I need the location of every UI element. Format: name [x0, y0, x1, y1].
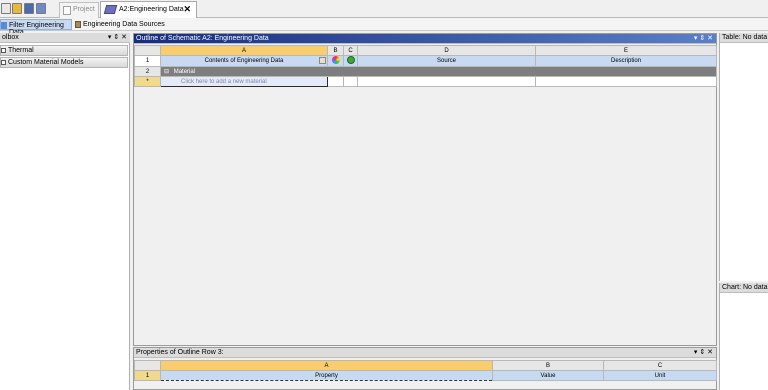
- outline-header: Outline of Schematic A2: Engineering Dat…: [134, 34, 716, 44]
- toolbox-item-custom-material-models[interactable]: Custom Material Models: [0, 57, 128, 68]
- material-section-cell[interactable]: ⊟ Material: [160, 66, 717, 77]
- material-section-row: 2 ⊟ Material: [134, 66, 717, 77]
- save-icon[interactable]: [24, 3, 34, 14]
- project-icon: [63, 6, 71, 15]
- property-header[interactable]: Property: [160, 370, 493, 381]
- table-panel-title: Table: No data: [722, 34, 768, 41]
- add-row-cell-c[interactable]: [343, 76, 358, 87]
- row-number[interactable]: 2: [134, 66, 161, 77]
- toolbox-item-label: Thermal: [8, 47, 34, 54]
- tab-engineering-data-label: A2:Engineering Data: [119, 6, 184, 13]
- chart-panel-title: Chart: No data: [722, 284, 768, 291]
- chart-panel-header: Chart: No data: [720, 283, 768, 293]
- add-row-cell-b[interactable]: [327, 76, 344, 87]
- toolbox-item-label: Custom Material Models: [8, 59, 84, 66]
- toolbox-panel: olbox ▾ ⇕ ✕ Thermal Custom Material Mode…: [0, 33, 130, 390]
- outline-window-controls[interactable]: ▾ ⇕ ✕: [694, 34, 713, 42]
- column-header-c[interactable]: C: [343, 45, 358, 56]
- toolbox-item-thermal[interactable]: Thermal: [0, 45, 128, 56]
- column-letter-row: A B C D E: [134, 45, 717, 56]
- column-header-b[interactable]: B: [327, 45, 344, 56]
- sources-icon: [75, 21, 81, 28]
- filter-engineering-data-button[interactable]: Filter Engineering Data: [0, 19, 72, 36]
- properties-header: Properties of Outline Row 3: ▾ ⇕ ✕: [134, 348, 716, 358]
- tab-engineering-data[interactable]: A2:Engineering Data ✕: [100, 1, 197, 18]
- color-wheel-icon: [331, 56, 340, 64]
- toolbox-header: olbox ▾ ⇕ ✕: [0, 33, 130, 43]
- column-header-d[interactable]: D: [357, 45, 536, 56]
- properties-panel: Properties of Outline Row 3: ▾ ⇕ ✕ A B C…: [133, 347, 717, 390]
- close-tab-icon[interactable]: ✕: [183, 4, 191, 15]
- engineering-data-toolbar: Filter Engineering Data Engineering Data…: [0, 18, 768, 36]
- new-file-icon[interactable]: [1, 3, 11, 14]
- sort-icon[interactable]: [319, 57, 326, 64]
- open-folder-icon[interactable]: [12, 3, 22, 14]
- row-number[interactable]: 1: [134, 55, 161, 67]
- column-header-e[interactable]: E: [535, 45, 717, 56]
- filter-icon: [1, 22, 7, 29]
- properties-table: A B C 1 Property Value Unit: [134, 360, 717, 381]
- row-number[interactable]: 1: [134, 370, 161, 381]
- corner-cell[interactable]: [134, 45, 161, 56]
- table-panel: Table: No data: [719, 33, 768, 281]
- column-header-b[interactable]: B: [492, 360, 604, 371]
- collapse-icon[interactable]: ⊟: [162, 69, 173, 75]
- properties-window-controls[interactable]: ▾ ⇕ ✕: [694, 348, 713, 356]
- column-header-c[interactable]: C: [603, 360, 717, 371]
- source-header[interactable]: Source: [357, 55, 536, 67]
- properties-title: Properties of Outline Row 3:: [136, 349, 224, 356]
- contents-header[interactable]: Contents of Engineering Data: [160, 55, 328, 67]
- description-header[interactable]: Description: [535, 55, 717, 67]
- sources-label: Engineering Data Sources: [83, 21, 165, 28]
- row-number[interactable]: *: [134, 76, 161, 87]
- tab-project-label: Project: [73, 6, 95, 13]
- outline-title: Outline of Schematic A2: Engineering Dat…: [136, 35, 269, 42]
- outline-panel: Outline of Schematic A2: Engineering Dat…: [133, 33, 717, 346]
- add-row-cell-d[interactable]: [357, 76, 536, 87]
- table-panel-header: Table: No data: [720, 33, 768, 43]
- top-tab-bar: Project A2:Engineering Data ✕: [0, 0, 768, 18]
- icon-header-b: [327, 55, 344, 67]
- expand-icon[interactable]: [1, 60, 6, 65]
- engineering-data-icon: [103, 5, 118, 14]
- unit-header[interactable]: Unit: [603, 370, 717, 381]
- material-section-label: Material: [173, 69, 196, 75]
- tab-project[interactable]: Project: [59, 2, 99, 18]
- add-row-cell-e[interactable]: [535, 76, 717, 87]
- column-header-a[interactable]: A: [160, 45, 328, 56]
- corner-cell[interactable]: [134, 360, 161, 371]
- contents-header-label: Contents of Engineering Data: [204, 58, 284, 64]
- column-header-a[interactable]: A: [160, 360, 493, 371]
- value-header[interactable]: Value: [492, 370, 604, 381]
- add-material-input[interactable]: Click here to add a new material: [160, 76, 328, 87]
- save-as-icon[interactable]: [36, 3, 46, 14]
- toolbox-title: olbox: [2, 34, 19, 41]
- label-row: 1 Contents of Engineering Data Source De…: [134, 55, 717, 67]
- suppress-icon: [346, 56, 355, 64]
- column-letter-row: A B C: [134, 360, 717, 371]
- label-row: 1 Property Value Unit: [134, 370, 717, 381]
- toolbox-window-controls[interactable]: ▾ ⇕ ✕: [108, 33, 127, 41]
- outline-table: A B C D E 1 Contents of Engineering Data…: [134, 45, 717, 87]
- icon-header-c: [343, 55, 358, 67]
- engineering-data-sources-button[interactable]: Engineering Data Sources: [75, 19, 165, 30]
- chart-panel: Chart: No data: [719, 283, 768, 390]
- expand-icon[interactable]: [1, 48, 6, 53]
- add-material-row: * Click here to add a new material: [134, 76, 717, 87]
